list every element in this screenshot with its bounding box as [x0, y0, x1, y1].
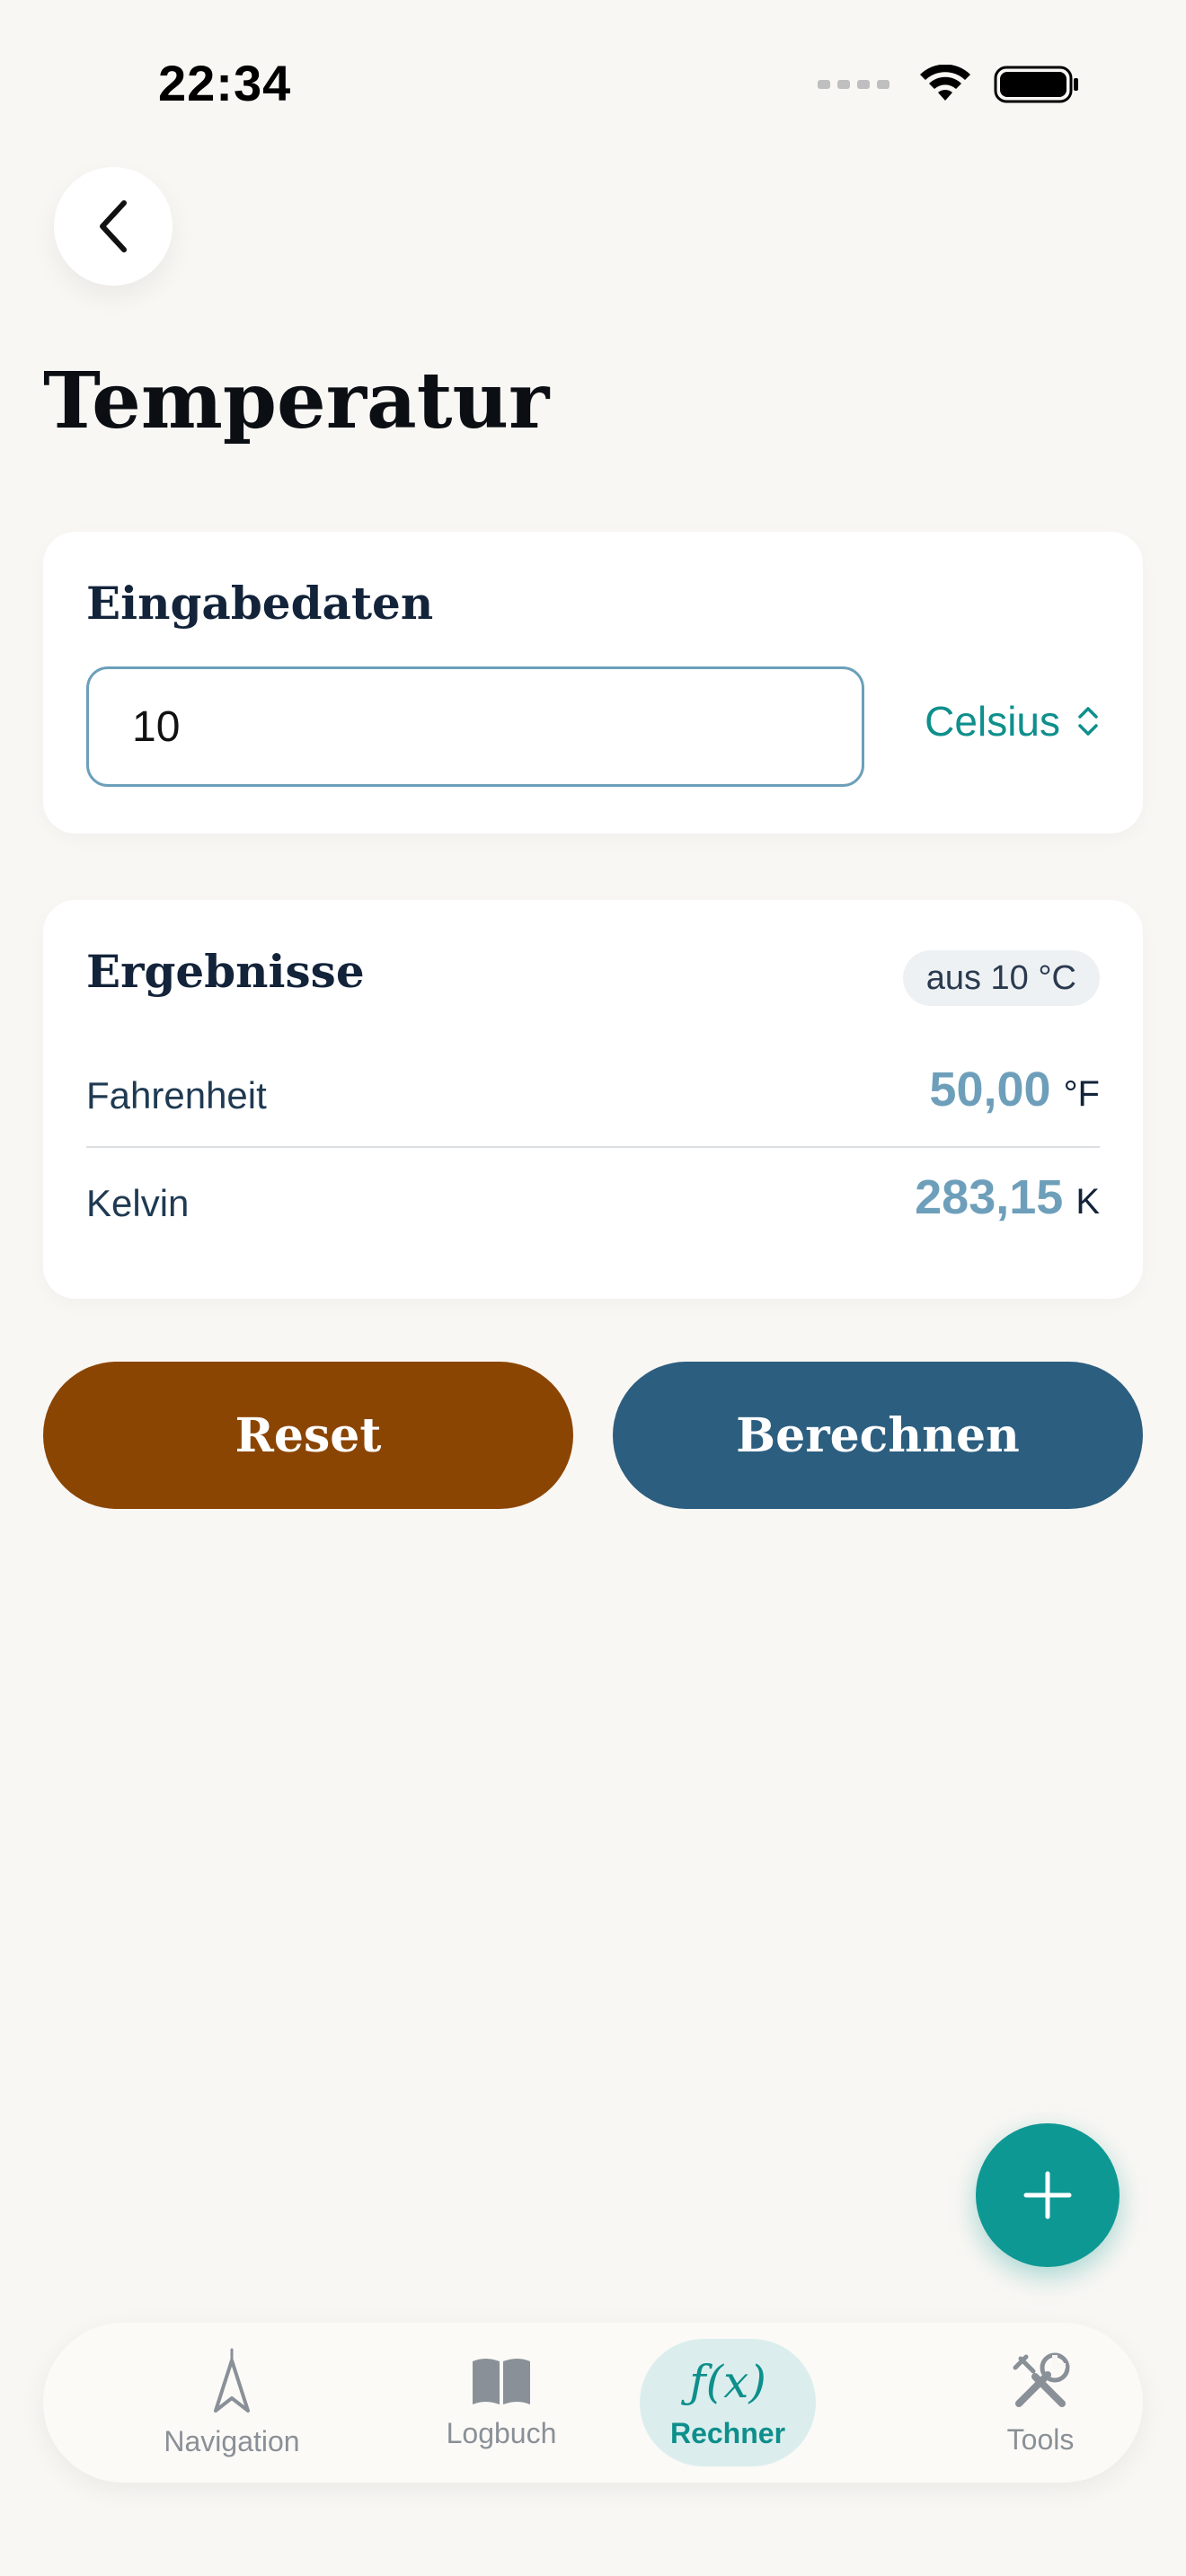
unit-select[interactable]: Celsius: [925, 697, 1100, 745]
results-card-heading: Ergebnisse: [86, 945, 365, 998]
temperature-input[interactable]: [86, 666, 864, 787]
status-time: 22:34: [158, 55, 292, 111]
result-divider: [86, 1146, 1100, 1148]
page-title: Temperatur: [43, 356, 550, 446]
result-row-kelvin: Kelvin 283,15 K: [86, 1169, 1100, 1225]
book-icon: [473, 2358, 530, 2404]
tab-navigation[interactable]: Navigation: [97, 2323, 367, 2483]
tools-icon: [1013, 2352, 1070, 2407]
source-badge: aus 10 °C: [902, 950, 1100, 1006]
tab-tools[interactable]: Tools: [906, 2323, 1175, 2483]
result-label: Kelvin: [86, 1182, 190, 1224]
status-icons: [818, 65, 1080, 104]
tab-label: Tools: [1006, 2422, 1075, 2456]
cellular-signal-icon: [818, 80, 890, 89]
result-unit: °F: [1063, 1074, 1100, 1114]
tab-label: Navigation: [164, 2424, 300, 2457]
tab-bar: Navigation Logbuch ƒ(x) Rechner Tools: [43, 2323, 1143, 2483]
plus-icon: [1023, 2171, 1072, 2219]
tab-label: Logbuch: [446, 2416, 557, 2449]
fx-icon: ƒ(x): [689, 2355, 766, 2408]
chevron-up-down-icon: [1078, 707, 1098, 736]
result-value: 50,00: [929, 1063, 1051, 1116]
input-card: Eingabedaten Celsius: [43, 532, 1143, 834]
back-button[interactable]: [54, 167, 173, 286]
result-unit: K: [1075, 1182, 1100, 1222]
results-card: Ergebnisse aus 10 °C Fahrenheit 50,00 °F…: [43, 900, 1143, 1299]
battery-icon: [994, 66, 1078, 103]
result-label: Fahrenheit: [86, 1074, 267, 1116]
chevron-left-icon: [100, 200, 127, 252]
unit-select-label: Celsius: [925, 698, 1060, 745]
navigation-arrow-icon: [214, 2348, 250, 2413]
wifi-icon: [920, 65, 970, 101]
result-row-fahrenheit: Fahrenheit 50,00 °F: [86, 1062, 1100, 1117]
reset-button[interactable]: Reset: [43, 1362, 573, 1509]
add-button[interactable]: [976, 2123, 1120, 2267]
tab-logbuch[interactable]: Logbuch: [367, 2323, 636, 2483]
result-value: 283,15: [915, 1170, 1064, 1224]
tab-label: Rechner: [669, 2416, 786, 2449]
tab-rechner[interactable]: ƒ(x) Rechner: [640, 2323, 816, 2483]
calculate-button[interactable]: Berechnen: [613, 1362, 1143, 1509]
input-card-heading: Eingabedaten: [86, 577, 434, 630]
